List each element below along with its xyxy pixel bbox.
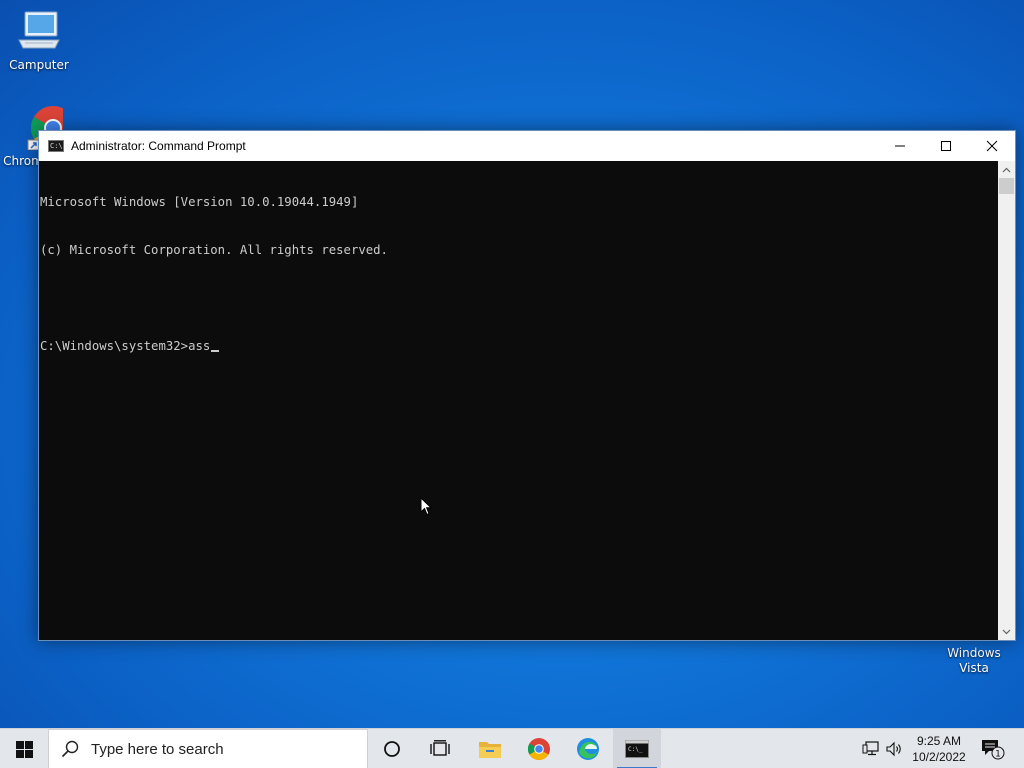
svg-text:C:\_: C:\_: [628, 746, 643, 753]
notification-center-button[interactable]: 1: [978, 729, 1008, 768]
cortana-icon: [384, 741, 400, 757]
scroll-up-button[interactable]: [998, 161, 1015, 178]
console-line: (c) Microsoft Corporation. All rights re…: [40, 243, 388, 257]
edge-icon: [577, 738, 599, 760]
taskbar: Type here to search C:\_ 9:25 AM 10/2/20…: [0, 728, 1024, 768]
search-box[interactable]: Type here to search: [48, 729, 368, 768]
notification-icon: 1: [982, 740, 1005, 760]
close-icon: [986, 140, 998, 152]
network-icon: [862, 741, 879, 756]
command-prompt-icon: C:\_: [625, 740, 649, 758]
volume-icon: [886, 741, 901, 757]
edge-taskbar-button[interactable]: [564, 729, 612, 768]
file-explorer-button[interactable]: [466, 729, 514, 768]
vertical-scrollbar[interactable]: [998, 161, 1015, 640]
scroll-down-button[interactable]: [998, 623, 1015, 640]
desktop-icon-label: Chrom: [3, 154, 43, 168]
maximize-icon: [941, 141, 951, 151]
chrome-taskbar-button[interactable]: [515, 729, 563, 768]
minimize-button[interactable]: [877, 131, 923, 161]
console-line: Microsoft Windows [Version 10.0.19044.19…: [40, 195, 359, 209]
search-placeholder: Type here to search: [91, 740, 224, 758]
console-output[interactable]: Microsoft Windows [Version 10.0.19044.19…: [39, 161, 999, 640]
start-icon: [15, 740, 33, 758]
text-cursor: [211, 350, 220, 352]
maximize-button[interactable]: [923, 131, 969, 161]
command-prompt-taskbar-button[interactable]: C:\_: [613, 729, 661, 768]
start-button[interactable]: [0, 729, 48, 768]
chevron-down-icon: [1002, 629, 1011, 634]
clock-time: 9:25 AM: [916, 734, 962, 748]
command-prompt-icon: C:\: [48, 140, 64, 152]
title-bar[interactable]: C:\ Administrator: Command Prompt: [39, 131, 1015, 161]
window-title: Administrator: Command Prompt: [71, 139, 246, 153]
volume-tray-button[interactable]: [883, 729, 905, 768]
cortana-button[interactable]: [368, 729, 416, 768]
chevron-up-icon: [1002, 167, 1011, 172]
clock-date: 10/2/2022: [912, 750, 966, 764]
task-view-button[interactable]: [416, 729, 464, 768]
window-controls: [877, 131, 1015, 161]
console-prompt-text: C:\Windows\system32>ass: [40, 339, 211, 353]
command-prompt-window[interactable]: C:\ Administrator: Command Prompt Micros…: [38, 130, 1016, 641]
close-button[interactable]: [969, 131, 1015, 161]
system-clock[interactable]: 9:25 AM 10/2/2022: [906, 729, 972, 768]
notification-count: 1: [995, 750, 1001, 760]
desktop-icon-label: Windows Vista: [947, 646, 1001, 675]
desktop-icon-label: Camputer: [9, 58, 69, 72]
computer-icon: [18, 11, 60, 49]
network-tray-button[interactable]: [860, 729, 882, 768]
minimize-icon: [895, 145, 905, 147]
task-view-icon: [430, 740, 450, 756]
desktop-icon-computer[interactable]: Camputer: [2, 10, 76, 73]
console-prompt-line[interactable]: C:\Windows\system32>ass: [40, 338, 999, 354]
chrome-icon: [528, 738, 550, 760]
file-explorer-icon: [479, 742, 501, 758]
scroll-thumb[interactable]: [999, 178, 1014, 194]
mouse-pointer-icon: [420, 497, 432, 516]
search-icon: [61, 740, 79, 758]
